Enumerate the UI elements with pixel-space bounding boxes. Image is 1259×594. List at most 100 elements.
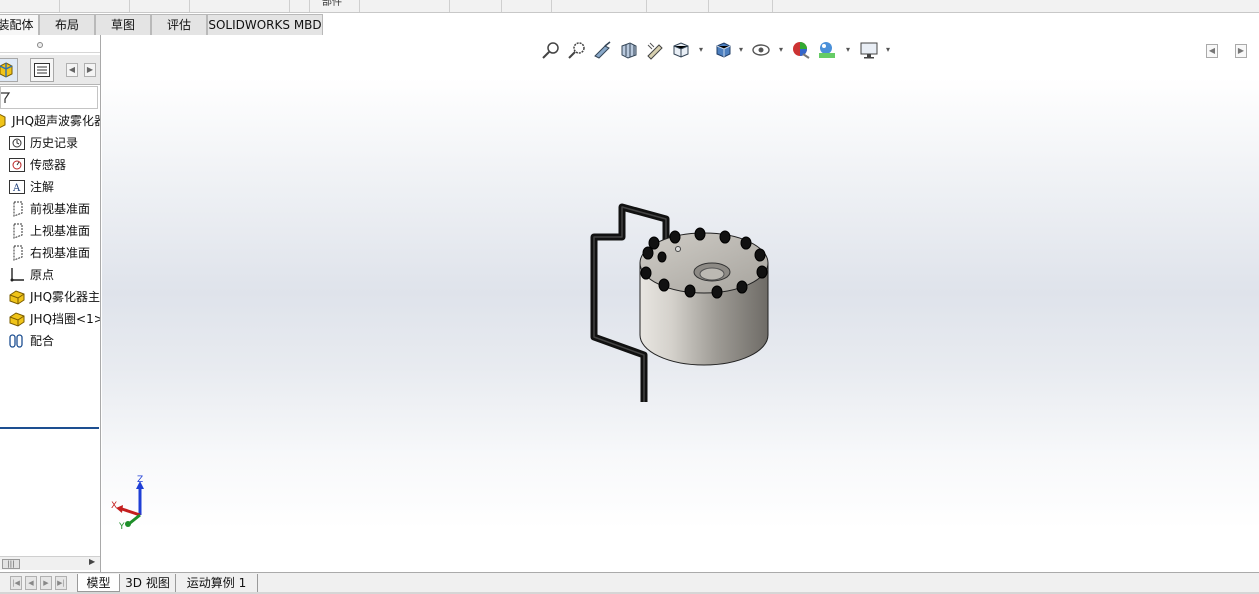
ribbon-segment [290,0,310,12]
display-style-icon[interactable] [712,39,734,61]
annotation-icon: A [8,178,26,196]
tree-item-label: JHQ挡圈<1> [30,312,101,326]
apply-scene-icon[interactable] [816,39,838,61]
zoom-to-fit-icon[interactable] [540,39,562,61]
edit-appearance-icon[interactable] [790,39,812,61]
tree-item-right-plane[interactable]: 右视基准面 [8,243,90,263]
scrollbar-thumb[interactable]: ||| [2,559,20,569]
tree-item-label: 配合 [30,334,55,348]
ribbon-segment [360,0,450,12]
triad-y-label: Y [118,522,125,532]
panel-horizontal-scrollbar[interactable]: ||| ▶ [0,556,100,570]
tab-3d-view[interactable]: 3D 视图 [120,574,176,592]
tree-item-label: 注解 [30,180,55,194]
graphics-area[interactable]: ▾ ▾ ▾ ▾ ▾ ◀ ▶ Z X Y [102,35,1259,572]
feature-manager-tab[interactable] [0,58,18,82]
plane-icon [8,200,26,218]
property-list-icon [34,63,50,77]
tab-motion-study-1[interactable]: 运动算例 1 [176,574,258,592]
tab-scroll-left-icon[interactable]: ◀ [66,63,78,77]
heads-up-view-toolbar: ▾ ▾ ▾ ▾ ▾ [540,35,900,65]
tree-item-sensors[interactable]: 传感器 [8,155,66,175]
ribbon-segment [552,0,647,12]
filter-icon [1,92,11,103]
next-tab-icon[interactable]: ▶ [40,576,52,590]
rollback-bar[interactable] [0,427,99,429]
ribbon-segment [709,0,773,12]
svg-text:A: A [12,183,21,194]
viewport-split-right-icon[interactable]: ▶ [1235,44,1247,58]
tree-item-origin[interactable]: 原点 [8,265,54,285]
tree-item-front-plane[interactable]: 前视基准面 [8,199,90,219]
first-tab-icon[interactable]: |◀ [10,576,22,590]
tab-model[interactable]: 模型 [77,574,120,592]
tree-item-label: 原点 [30,268,55,282]
assembly-model[interactable] [582,195,782,410]
tree-item-label: 右视基准面 [30,246,91,260]
apply-scene-dropdown-icon[interactable]: ▾ [846,45,850,54]
origin-icon [8,266,26,284]
previous-view-icon[interactable] [592,39,614,61]
view-settings-dropdown-icon[interactable]: ▾ [886,45,890,54]
view-settings-icon[interactable] [858,39,880,61]
viewport-split-left-icon[interactable]: ◀ [1206,44,1218,58]
tree-root-label: JHQ超声波雾化器 [12,114,101,128]
last-tab-icon[interactable]: ▶| [55,576,67,590]
tab-evaluate[interactable]: 评估 [151,14,207,35]
assembly-tree-icon [0,62,13,78]
tree-item-mates[interactable]: 配合 [8,331,54,351]
tab-solidworks-mbd[interactable]: SOLIDWORKS MBD [207,14,323,35]
ribbon-segment [502,0,552,12]
ribbon-segment [0,0,60,12]
reference-triad: Z X Y [111,475,144,532]
hide-show-dropdown-icon[interactable]: ▾ [779,45,783,54]
ribbon-segment [647,0,709,12]
ribbon-segment [60,0,130,12]
plane-icon [8,222,26,240]
tab-scroll-right-icon[interactable]: ▶ [84,63,96,77]
ribbon-segment [450,0,502,12]
display-style-dropdown-icon[interactable]: ▾ [739,45,743,54]
view-orientation-icon[interactable] [670,39,692,61]
part-icon [8,288,26,306]
hide-show-items-icon[interactable] [750,39,772,61]
tree-root-assembly[interactable]: JHQ超声波雾化器 [0,111,101,131]
dynamic-annotation-views-icon[interactable] [644,39,666,61]
ribbon-partial-label[interactable]: 部件 [310,0,360,12]
history-icon [8,134,26,152]
tab-sketch[interactable]: 草图 [95,14,151,35]
assembly-icon [0,112,8,130]
tab-layout[interactable]: 布局 [39,14,95,35]
ribbon-strip: 部件 [0,0,1259,13]
property-manager-tab[interactable] [30,58,54,82]
tree-item-annotations[interactable]: A 注解 [8,177,54,197]
model-view-tabs: |◀ ◀ ▶ ▶| 模型 3D 视图 运动算例 1 [0,572,1259,594]
tab-assembly[interactable]: 装配体 [0,14,39,35]
command-manager-tabs: 装配体 布局 草图 评估 SOLIDWORKS MBD [0,13,1259,35]
prev-tab-icon[interactable]: ◀ [25,576,37,590]
feature-manager-panel: ◀ ▶ JHQ超声波雾化器 历史记录 传感器 A 注解 前视基准面 上视基准面 … [0,35,101,572]
tree-item-history[interactable]: 历史记录 [8,133,78,153]
view-orientation-dropdown-icon[interactable]: ▾ [699,45,703,54]
tree-item-part-body[interactable]: JHQ雾化器主体 [8,287,100,307]
mates-icon [8,332,26,350]
panel-collapse-handle[interactable] [0,37,100,53]
sensor-icon [8,156,26,174]
tree-item-label: 传感器 [30,158,67,172]
triad-z-label: Z [137,475,143,485]
triad-x-label: X [111,501,117,511]
plane-icon [8,244,26,262]
scroll-right-icon[interactable]: ▶ [89,557,95,566]
grip-dot-icon [37,42,43,48]
tree-item-label: 历史记录 [30,136,79,150]
tree-filter-field[interactable] [0,86,98,109]
ribbon-segment [130,0,190,12]
tree-item-retaining-ring[interactable]: JHQ挡圈<1> [8,309,101,329]
tree-item-top-plane[interactable]: 上视基准面 [8,221,90,241]
zoom-to-area-icon[interactable] [566,39,588,61]
tree-item-label: 前视基准面 [30,202,91,216]
panel-tab-strip: ◀ ▶ [0,55,100,85]
section-view-icon[interactable] [618,39,640,61]
ribbon-segment [190,0,290,12]
tree-item-label: 上视基准面 [30,224,91,238]
